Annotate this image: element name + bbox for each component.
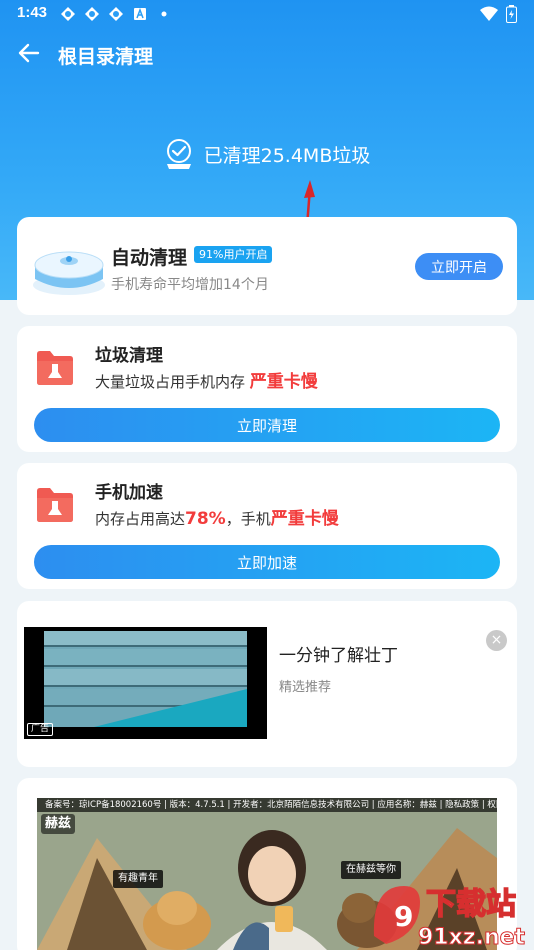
- text-notification-icon: [132, 6, 148, 22]
- auto-clean-subtitle: 手机寿命平均增加14个月: [111, 277, 269, 293]
- junk-clean-card: 垃圾清理 大量垃圾占用手机内存 严重卡慢 立即清理: [17, 326, 517, 452]
- speed-up-button[interactable]: 立即加速: [34, 545, 500, 579]
- wood-planks-image: [44, 627, 247, 739]
- ad-video-thumbnail[interactable]: 广告: [24, 627, 267, 739]
- top-app-bar: 根目录清理: [0, 36, 534, 72]
- app-filing-info: 备案号：琼ICP备18002160号 | 版本：4.7.5.1 | 开发者：北京…: [37, 798, 497, 812]
- auto-clean-title: 自动清理: [111, 247, 188, 269]
- clean-result-text: 已清理25.4MB垃圾: [203, 144, 371, 167]
- phone-speed-description: 内存占用高达78%，手机严重卡慢: [95, 504, 339, 529]
- page-title: 根目录清理: [58, 46, 154, 68]
- app-notification-icon: [84, 6, 100, 22]
- junk-alert-text: 严重卡慢: [249, 372, 318, 392]
- junk-desc-text: 大量垃圾占用手机内存: [95, 373, 250, 391]
- ad-title[interactable]: 一分钟了解壮丁: [279, 641, 398, 666]
- notification-icons: [60, 6, 172, 22]
- ad-subtitle: 精选推荐: [279, 680, 332, 695]
- user-percent-badge: 91%用户开启: [194, 246, 273, 263]
- memory-percent: 78%: [185, 509, 226, 529]
- app-notification-icon: [60, 6, 76, 22]
- ad-close-icon[interactable]: ×: [486, 630, 507, 651]
- back-arrow-icon[interactable]: [16, 40, 42, 66]
- junk-clean-description: 大量垃圾占用手机内存 严重卡慢: [95, 367, 318, 392]
- auto-clean-card: 自动清理 91%用户开启 手机寿命平均增加14个月 立即开启: [17, 217, 517, 315]
- phone-speed-title: 手机加速: [95, 483, 163, 503]
- speed-alert-text: 严重卡慢: [270, 509, 339, 529]
- speed-desc-middle: ，手机: [225, 510, 271, 528]
- speed-desc-prefix: 内存占用高达: [95, 510, 186, 528]
- dot-icon: [156, 6, 172, 22]
- watermark-brand: 下载站: [426, 887, 516, 922]
- clean-now-button[interactable]: 立即清理: [34, 408, 500, 442]
- badge-check-icon: [166, 139, 191, 169]
- clean-result: 已清理25.4MB垃圾: [0, 138, 534, 174]
- app-notification-icon: [108, 6, 124, 22]
- ad-label: 广告: [27, 723, 54, 736]
- watermark-logo: 9 下载站 91xz.net: [373, 886, 526, 950]
- junk-clean-title: 垃圾清理: [95, 346, 163, 366]
- folder-broom-icon: [37, 351, 73, 385]
- folder-broom-icon: [37, 488, 73, 522]
- app-logo: 赫兹: [41, 814, 76, 834]
- status-time: 1:43: [17, 4, 48, 21]
- svg-text:9: 9: [394, 900, 413, 933]
- watermark-url: 91xz.net: [418, 925, 526, 950]
- site-watermark: 9 下载站 91xz.net: [364, 866, 534, 950]
- phone-speed-card: 手机加速 内存占用高达78%，手机严重卡慢 立即加速: [17, 463, 517, 589]
- robot-vacuum-icon: [33, 251, 105, 295]
- ad-card[interactable]: 广告 一分钟了解壮丁 精选推荐 ×: [17, 601, 517, 767]
- banner-tag-left: 有趣青年: [113, 870, 163, 888]
- wifi-icon: [480, 6, 498, 21]
- enable-now-button[interactable]: 立即开启: [415, 253, 503, 280]
- battery-icon: [506, 5, 517, 23]
- status-bar: 1:43: [0, 0, 534, 28]
